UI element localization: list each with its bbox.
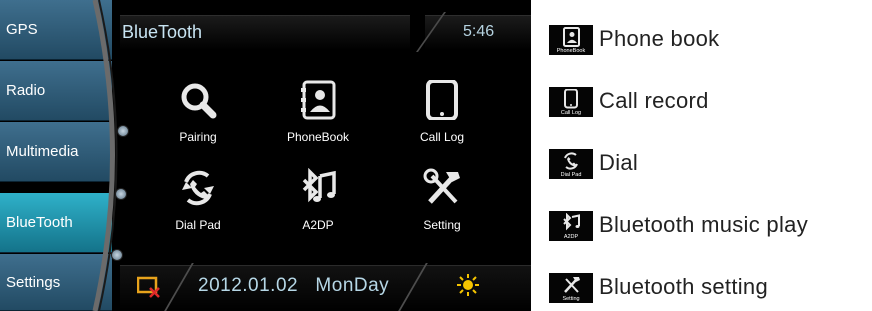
tools-icon: [423, 168, 460, 204]
legend-item-setting: Setting Bluetooth setting: [549, 273, 768, 303]
sidebar-item-label: GPS: [6, 21, 38, 38]
dial-pad-icon: [182, 170, 214, 206]
legend-chip: Setting: [549, 273, 593, 303]
clock: 5:46: [463, 23, 495, 40]
sidebar-item-label: BlueTooth: [6, 214, 73, 231]
legend-caption: A2DP: [563, 234, 579, 240]
legend-text: Call record: [599, 88, 709, 113]
legend-item-dial-pad: Dial Pad Dial: [549, 149, 638, 179]
dial-pad-icon: [564, 152, 578, 170]
app-label: PhoneBook: [286, 130, 350, 144]
legend-chip: A2DP: [549, 211, 593, 241]
pairing-button[interactable]: Pairing: [148, 80, 248, 150]
legend-chip: Dial Pad: [549, 149, 593, 179]
page-title: BlueTooth: [122, 22, 203, 42]
app-label: Call Log: [419, 130, 465, 144]
magnifier-icon: [181, 83, 217, 119]
legend-caption: Dial Pad: [560, 172, 582, 178]
legend-item-a2dp: A2DP Bluetooth music play: [549, 211, 808, 241]
app-label: A2DP: [302, 218, 334, 232]
call-log-icon: [564, 89, 578, 109]
bluetooth-music-icon: [302, 168, 336, 203]
legend-caption: PhoneBook: [556, 48, 586, 54]
legend-text: Dial: [599, 150, 639, 175]
nav-knob: [111, 249, 123, 261]
phonebook-icon: [563, 27, 580, 47]
app-label: Pairing: [179, 130, 217, 144]
legend-caption: Call Log: [560, 110, 582, 116]
legend-chip: Call Log: [549, 87, 593, 117]
sidebar-item-label: Settings: [6, 273, 61, 291]
call-log-button[interactable]: Call Log: [392, 80, 492, 150]
app-label: Dial Pad: [175, 218, 221, 232]
dial-pad-button[interactable]: Dial Pad: [148, 168, 248, 238]
legend-item-call-log: Call Log Call record: [549, 87, 708, 117]
legend-text: Bluetooth setting: [599, 274, 768, 299]
head-unit-screen: GPS Radio Multimedia BlueTooth Settings …: [0, 0, 531, 311]
legend-text: Phone book: [599, 26, 720, 51]
sidebar-item-label: Multimedia: [6, 143, 79, 160]
no-signal-icon[interactable]: [137, 276, 161, 298]
app-label: Setting: [423, 218, 461, 232]
setting-button[interactable]: Setting: [392, 168, 492, 238]
brightness-icon[interactable]: [457, 274, 479, 296]
call-log-icon: [426, 80, 458, 120]
phonebook-icon: [301, 80, 336, 120]
legend-chip: PhoneBook: [549, 25, 593, 55]
a2dp-button[interactable]: A2DP: [268, 168, 368, 238]
date-display: 2012.01.02 MonDay: [198, 275, 390, 296]
tools-icon: [564, 277, 580, 293]
phonebook-button[interactable]: PhoneBook: [268, 80, 368, 150]
nav-knob: [115, 188, 127, 200]
legend-caption: Setting: [562, 296, 580, 302]
sidebar-item-label: Radio: [6, 82, 46, 99]
legend-text: Bluetooth music play: [599, 212, 808, 237]
bluetooth-music-icon: [563, 213, 580, 231]
nav-knob: [117, 125, 129, 137]
legend-item-phonebook: PhoneBook Phone book: [549, 25, 719, 55]
